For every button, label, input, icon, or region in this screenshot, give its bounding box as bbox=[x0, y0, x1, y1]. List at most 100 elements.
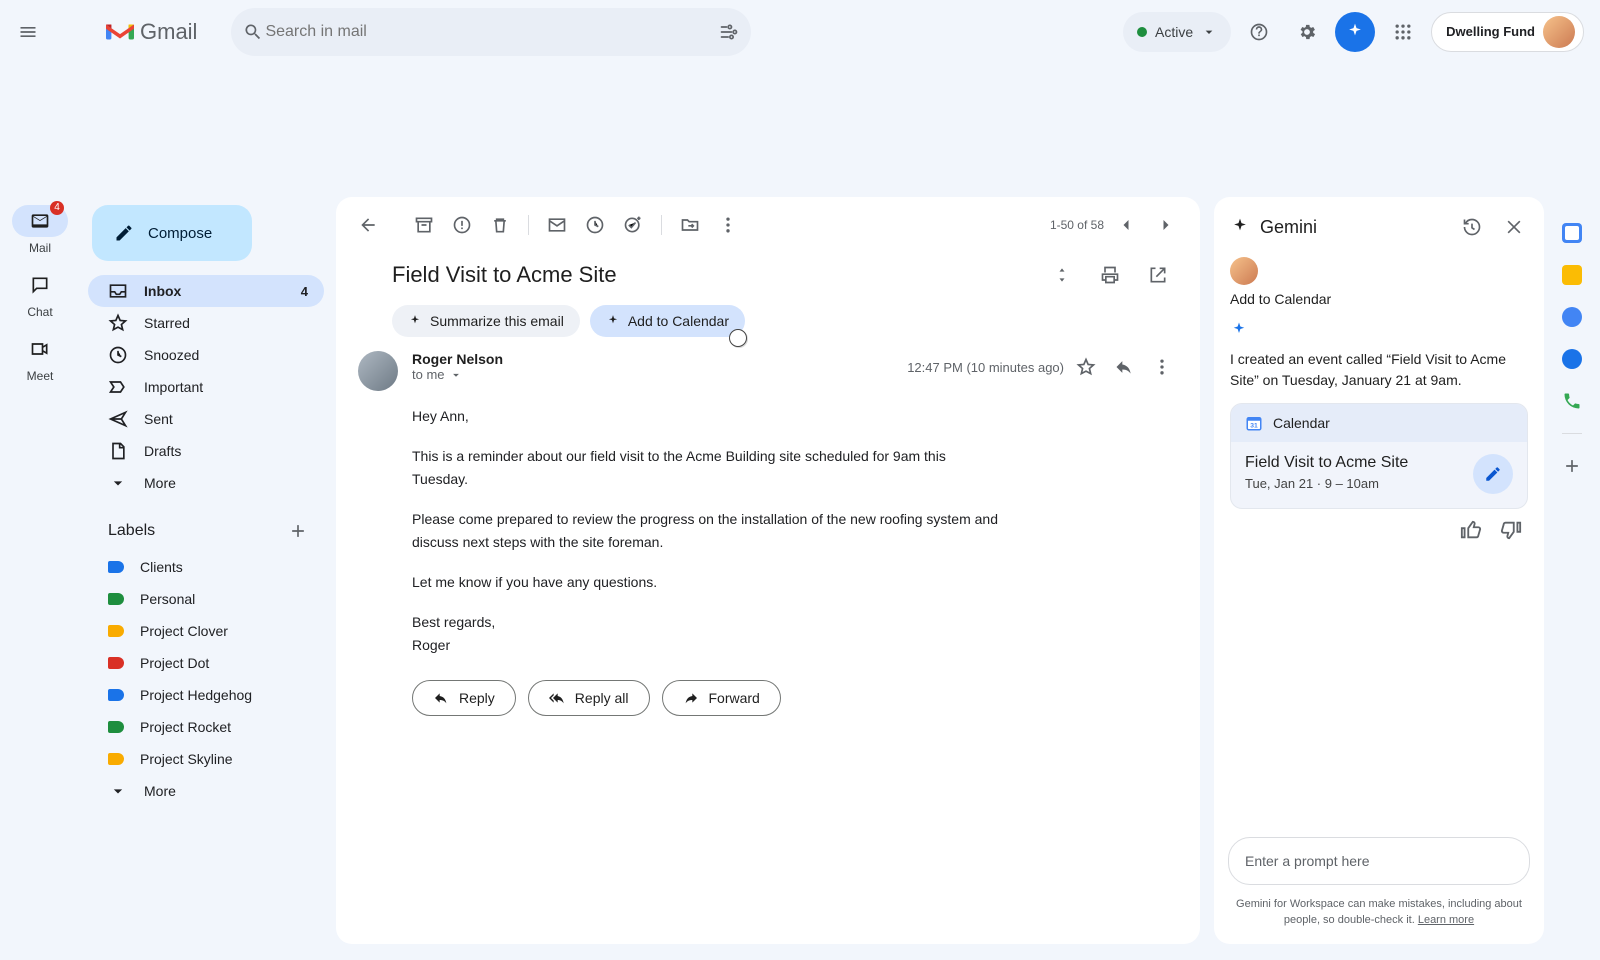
forward-pill[interactable]: Forward bbox=[662, 680, 781, 716]
addon-voice[interactable] bbox=[1562, 391, 1582, 411]
archive-button[interactable] bbox=[406, 207, 442, 243]
rail-item-chat[interactable]: Chat bbox=[8, 269, 72, 319]
gmail-logo[interactable]: Gmail bbox=[106, 19, 197, 45]
spam-button[interactable] bbox=[444, 207, 480, 243]
close-gemini-button[interactable] bbox=[1498, 211, 1530, 243]
status-label: Active bbox=[1155, 24, 1193, 40]
org-name: Dwelling Fund bbox=[1446, 25, 1535, 39]
label-tag-icon bbox=[108, 593, 124, 605]
label-project-skyline[interactable]: Project Skyline bbox=[88, 743, 324, 775]
compose-label: Compose bbox=[148, 225, 212, 242]
addon-get-addons[interactable] bbox=[1562, 456, 1582, 476]
folder-starred[interactable]: Starred bbox=[88, 307, 324, 339]
open-new-button[interactable] bbox=[1138, 255, 1178, 295]
learn-more-link[interactable]: Learn more bbox=[1418, 914, 1474, 926]
apps-button[interactable] bbox=[1383, 12, 1423, 52]
label-more[interactable]: More bbox=[88, 775, 324, 807]
rail-item-meet[interactable]: Meet bbox=[8, 333, 72, 383]
edit-event-button[interactable] bbox=[1473, 454, 1513, 494]
add-calendar-chip[interactable]: Add to Calendar bbox=[590, 305, 745, 337]
label-tag-icon bbox=[108, 657, 124, 669]
tune-icon[interactable] bbox=[719, 22, 739, 42]
compose-button[interactable]: Compose bbox=[92, 205, 252, 261]
back-button[interactable] bbox=[350, 207, 386, 243]
prev-page-button[interactable] bbox=[1108, 207, 1144, 243]
help-icon bbox=[1249, 22, 1269, 42]
folder-more[interactable]: More bbox=[88, 467, 324, 499]
arrow-left-icon bbox=[358, 215, 378, 235]
plus-icon bbox=[288, 521, 308, 541]
chevron-down-icon[interactable] bbox=[449, 368, 463, 382]
mark-unread-button[interactable] bbox=[539, 207, 575, 243]
sparkle-icon bbox=[606, 314, 620, 328]
folder-sent[interactable]: Sent bbox=[88, 403, 324, 435]
more-button[interactable] bbox=[710, 207, 746, 243]
reply-pill[interactable]: Reply bbox=[412, 680, 516, 716]
plus-icon bbox=[1562, 456, 1582, 476]
gemini-disclaimer: Gemini for Workspace can make mistakes, … bbox=[1228, 897, 1530, 928]
presence-dot-icon bbox=[1137, 27, 1147, 37]
move-button[interactable] bbox=[672, 207, 708, 243]
addon-rail bbox=[1544, 197, 1600, 960]
reply-icon bbox=[1114, 357, 1134, 377]
reply-button[interactable] bbox=[1108, 351, 1140, 383]
addon-calendar[interactable] bbox=[1562, 223, 1582, 243]
star-button[interactable] bbox=[1070, 351, 1102, 383]
label-project-dot[interactable]: Project Dot bbox=[88, 647, 324, 679]
settings-button[interactable] bbox=[1287, 12, 1327, 52]
mail-badge: 4 bbox=[50, 201, 64, 215]
draft-icon bbox=[108, 441, 128, 461]
addon-keep[interactable] bbox=[1562, 265, 1582, 285]
status-chip[interactable]: Active bbox=[1123, 12, 1231, 52]
thumbs-up-button[interactable] bbox=[1460, 519, 1482, 541]
account-switcher[interactable]: Dwelling Fund bbox=[1431, 12, 1584, 52]
folder-snoozed[interactable]: Snoozed bbox=[88, 339, 324, 371]
main-menu-button[interactable] bbox=[8, 12, 48, 52]
history-button[interactable] bbox=[1456, 211, 1488, 243]
event-time: Tue, Jan 21 · 9 – 10am bbox=[1245, 476, 1463, 491]
event-title: Field Visit to Acme Site bbox=[1245, 454, 1463, 472]
reply-all-pill[interactable]: Reply all bbox=[528, 680, 650, 716]
pencil-icon bbox=[114, 223, 134, 243]
gemini-button[interactable] bbox=[1335, 12, 1375, 52]
inbox-icon bbox=[108, 281, 128, 301]
thumbs-down-icon bbox=[1500, 519, 1522, 541]
search-input[interactable] bbox=[263, 22, 719, 42]
folder-drafts[interactable]: Drafts bbox=[88, 435, 324, 467]
recipient: to me bbox=[412, 367, 445, 382]
delete-button[interactable] bbox=[482, 207, 518, 243]
print-button[interactable] bbox=[1090, 255, 1130, 295]
star-icon bbox=[108, 313, 128, 333]
label-project-clover[interactable]: Project Clover bbox=[88, 615, 324, 647]
search-bar[interactable] bbox=[231, 8, 751, 56]
gemini-prompt-input[interactable]: Enter a prompt here bbox=[1228, 837, 1530, 885]
label-project-rocket[interactable]: Project Rocket bbox=[88, 711, 324, 743]
apps-grid-icon bbox=[1393, 22, 1413, 42]
label-project-hedgehog[interactable]: Project Hedgehog bbox=[88, 679, 324, 711]
expand-button[interactable] bbox=[1042, 255, 1082, 295]
gemini-reply: I created an event called “Field Visit t… bbox=[1230, 349, 1528, 391]
label-clients[interactable]: Clients bbox=[88, 551, 324, 583]
calendar-card[interactable]: 31 Calendar Field Visit to Acme Site Tue… bbox=[1230, 403, 1528, 509]
rail-item-mail[interactable]: 4 Mail bbox=[8, 205, 72, 255]
msg-more-button[interactable] bbox=[1146, 351, 1178, 383]
thumbs-down-button[interactable] bbox=[1500, 519, 1522, 541]
help-button[interactable] bbox=[1239, 12, 1279, 52]
addon-tasks[interactable] bbox=[1562, 307, 1582, 327]
chip-label: Add to Calendar bbox=[628, 313, 729, 329]
add-task-button[interactable] bbox=[615, 207, 651, 243]
folder-inbox[interactable]: Inbox4 bbox=[88, 275, 324, 307]
next-page-button[interactable] bbox=[1148, 207, 1184, 243]
snooze-button[interactable] bbox=[577, 207, 613, 243]
summarize-chip[interactable]: Summarize this email bbox=[392, 305, 580, 337]
sender-name: Roger Nelson bbox=[412, 351, 503, 367]
subject: Field Visit to Acme Site bbox=[392, 262, 1034, 288]
folder-important[interactable]: Important bbox=[88, 371, 324, 403]
archive-icon bbox=[414, 215, 434, 235]
addon-contacts[interactable] bbox=[1562, 349, 1582, 369]
add-label-button[interactable] bbox=[284, 517, 312, 545]
label-personal[interactable]: Personal bbox=[88, 583, 324, 615]
message-body: Hey Ann, This is a reminder about our fi… bbox=[358, 391, 998, 656]
print-icon bbox=[1100, 265, 1120, 285]
gear-icon bbox=[1297, 22, 1317, 42]
